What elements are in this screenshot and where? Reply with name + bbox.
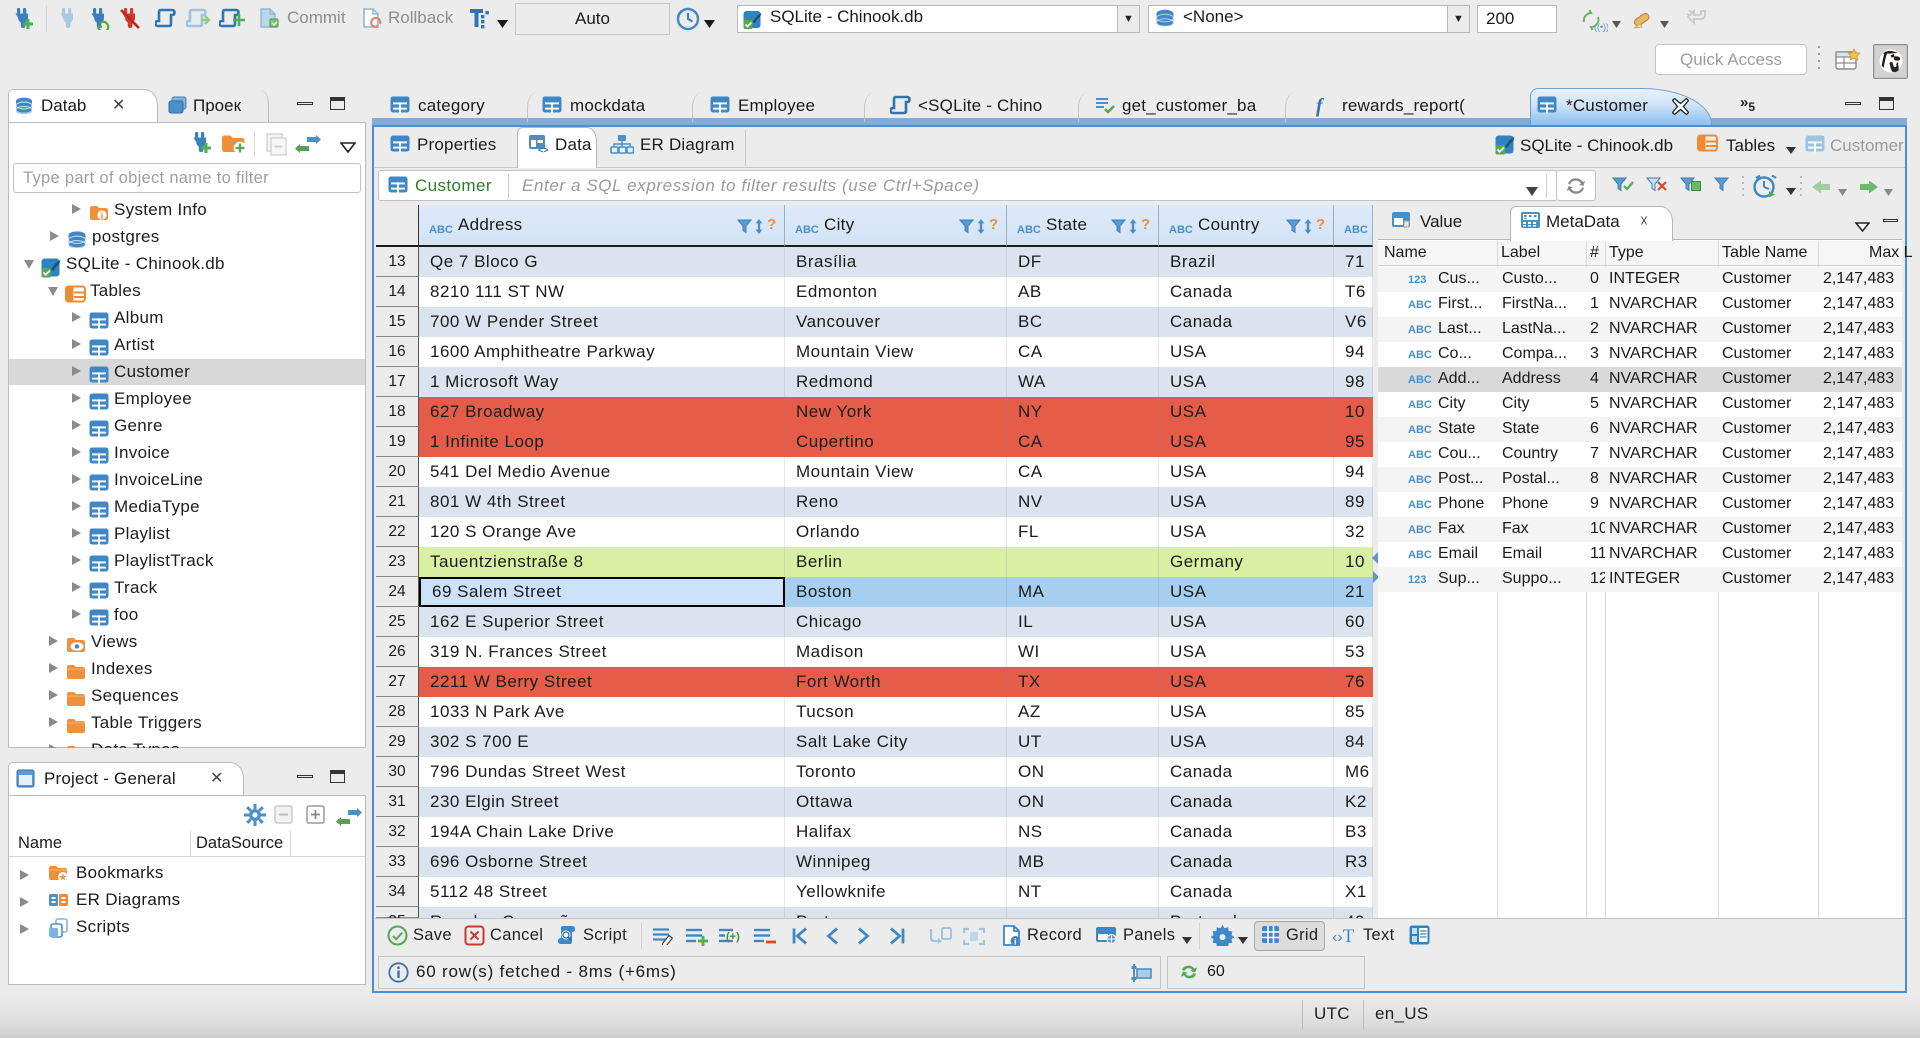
svg-text:((•)): ((•)) xyxy=(1594,22,1608,32)
svg-text:i: i xyxy=(1014,937,1017,947)
svg-text:ABC: ABC xyxy=(1344,224,1368,235)
svg-text:<>: <> xyxy=(538,145,549,154)
svg-text:(+): (+) xyxy=(726,931,740,943)
svg-text:★: ★ xyxy=(59,873,68,882)
svg-text:i: i xyxy=(101,211,104,222)
svg-text:ABC: ABC xyxy=(1017,224,1041,235)
svg-text:ABC: ABC xyxy=(429,224,453,235)
svg-text:f: f xyxy=(1316,95,1325,117)
svg-text:ABC: ABC xyxy=(1169,224,1193,235)
svg-text:ABC: ABC xyxy=(795,224,819,235)
